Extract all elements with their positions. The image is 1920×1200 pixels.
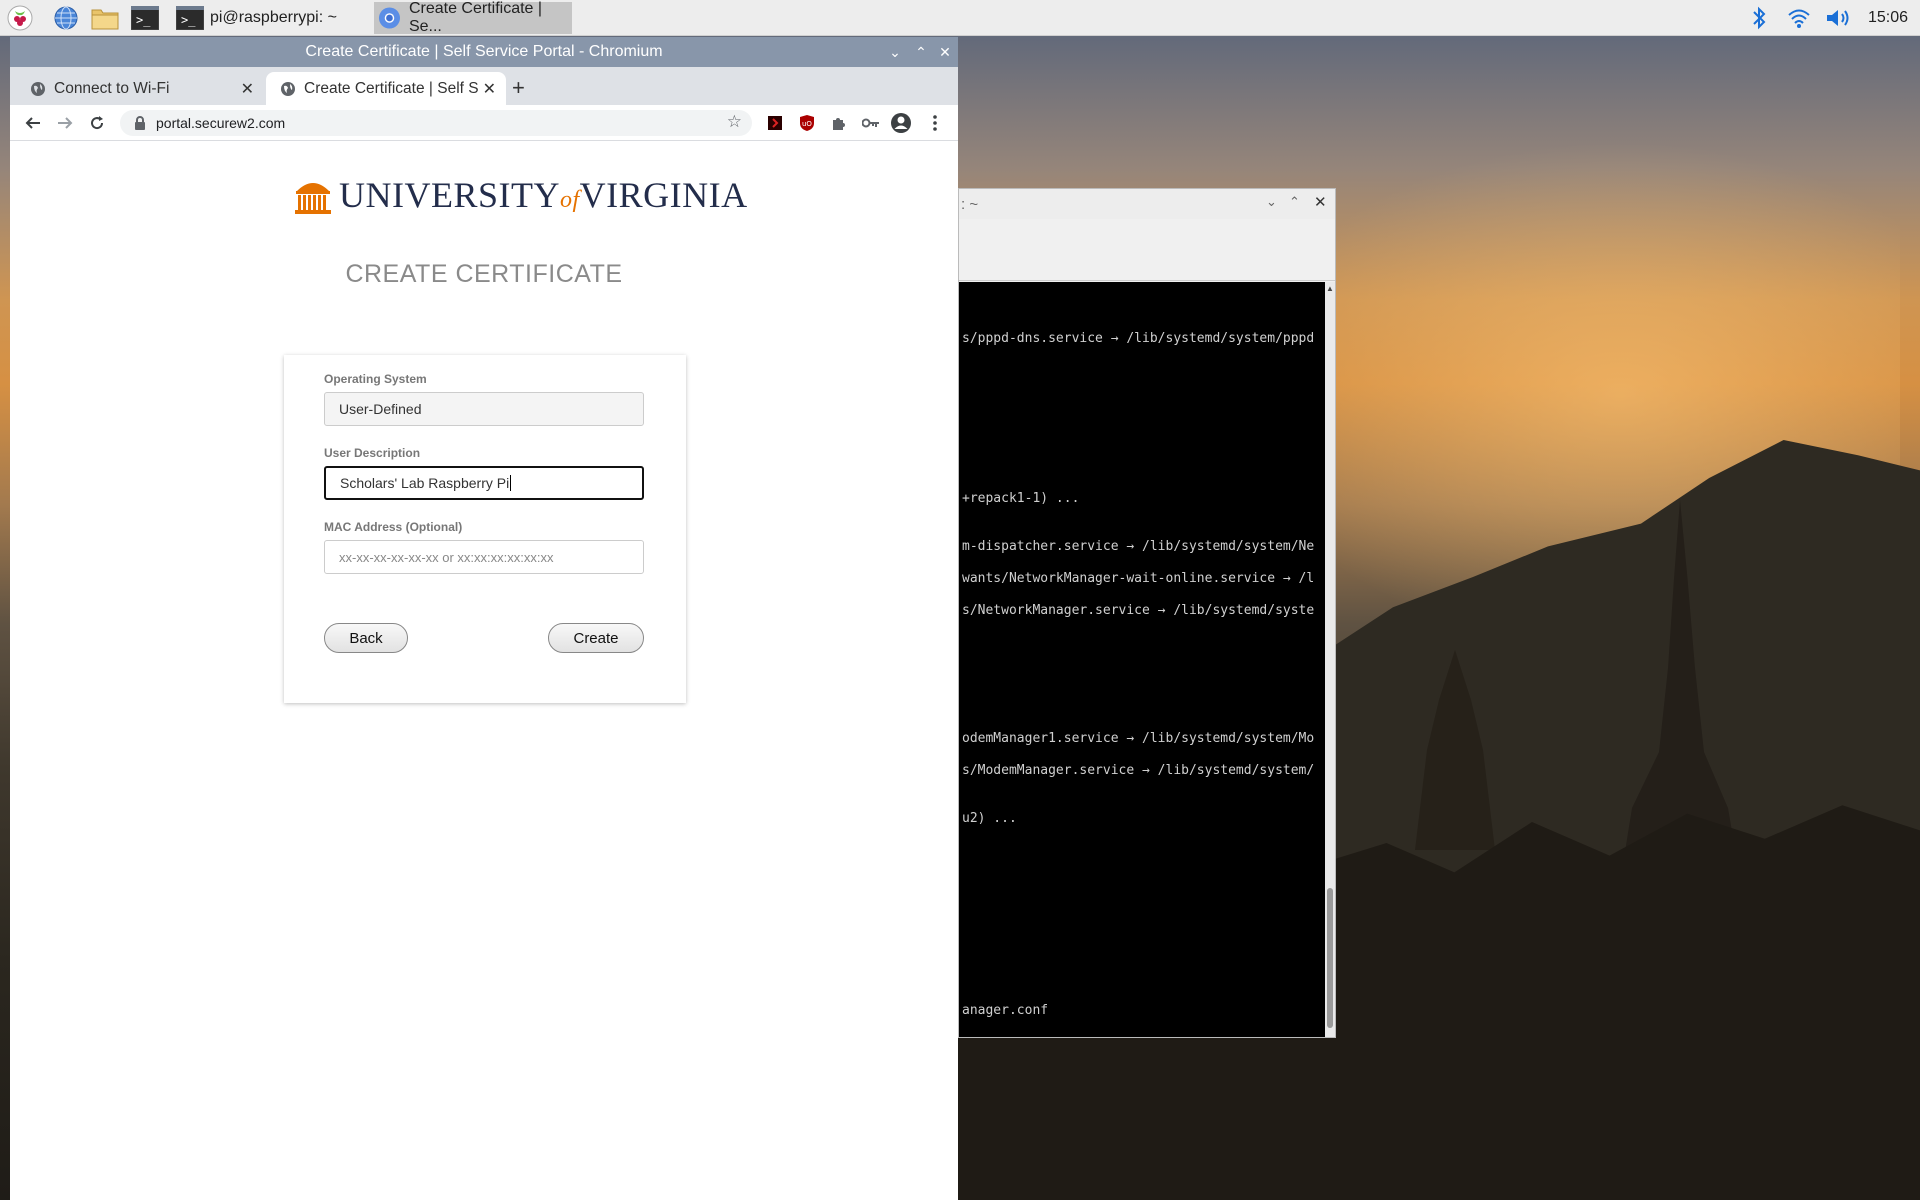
terminal-line: wants/NetworkManager-wait-online.service… [962,571,1315,586]
bluetooth-icon[interactable] [1750,0,1768,36]
scrollbar-thumb[interactable] [1327,888,1333,1028]
mac-address-input[interactable]: xx-xx-xx-xx-xx-xx or xx:xx:xx:xx:xx:xx [324,540,644,574]
window-title: Create Certificate | Self Service Portal… [305,43,663,60]
logo-text: UNIVERSITYofVIRGINIA [339,175,748,215]
terminal-scrollbar[interactable]: ▲ [1325,282,1335,1037]
globe-icon [31,81,45,96]
maximize-icon[interactable]: ⌃ [1289,194,1300,210]
task-chromium[interactable]: Create Certificate | Se... [374,0,572,35]
reload-icon[interactable] [86,112,108,134]
key-icon[interactable] [860,112,882,134]
terminal-line: odemManager1.service → /lib/systemd/syst… [962,731,1315,746]
task-label: pi@raspberrypi: ~ [210,9,337,26]
terminal-line: s/pppd-dns.service → /lib/systemd/system… [962,331,1315,346]
close-icon[interactable]: ✕ [1314,193,1327,211]
text-cursor [510,475,512,491]
raspberry-menu-icon[interactable] [6,4,34,32]
web-browser-icon[interactable] [52,4,80,32]
tab-connect-wifi[interactable]: Connect to Wi-Fi ✕ [16,72,264,105]
new-tab-icon[interactable]: + [512,75,525,101]
mac-address-placeholder: xx-xx-xx-xx-xx-xx or xx:xx:xx:xx:xx:xx [339,549,554,565]
description-value: Scholars' Lab Raspberry Pi [340,475,510,491]
terminal-title: : ~ [961,196,979,213]
terminal-line: m-dispatcher.service → /lib/systemd/syst… [962,539,1315,554]
address-bar[interactable]: portal.securew2.com ☆ [120,110,752,136]
create-button[interactable]: Create [548,623,644,653]
profile-avatar-icon[interactable] [890,112,912,134]
browser-window: Create Certificate | Self Service Portal… [10,37,958,1200]
extensions-puzzle-icon[interactable] [828,112,850,134]
minimize-icon[interactable]: ⌄ [882,37,908,67]
tab-close-icon[interactable]: ✕ [241,79,254,99]
browser-toolbar: portal.securew2.com ☆ uO [10,105,958,141]
terminal-line: s/NetworkManager.service → /lib/systemd/… [962,603,1315,618]
terminal-window: : ~ ⌄ ⌃ ✕ s/pppd-dns.service → /lib/syst… [958,188,1336,1038]
terminal-menubar [959,219,1335,281]
tab-close-icon[interactable]: ✕ [478,79,496,99]
terminal-output[interactable]: s/pppd-dns.service → /lib/systemd/system… [959,282,1325,1037]
terminal-icon: >_ [176,6,204,30]
uva-logo: UNIVERSITYofVIRGINIA [293,174,748,216]
more-menu-icon[interactable] [924,112,946,134]
terminal-line: +repack1-1) ... [962,491,1080,506]
close-icon[interactable]: ✕ [932,37,958,67]
file-manager-icon[interactable] [91,4,119,32]
svg-text:>_: >_ [181,13,196,27]
svg-text:>_: >_ [136,13,151,27]
os-select[interactable]: User-Defined [324,392,644,426]
browser-titlebar[interactable]: Create Certificate | Self Service Portal… [10,37,958,67]
terminal-line: s/ModemManager.service → /lib/systemd/sy… [962,763,1315,778]
task-terminal[interactable]: >_ pi@raspberrypi: ~ [172,2,372,34]
lock-icon [135,116,145,130]
os-label: Operating System [324,372,427,386]
extension-red-icon[interactable] [764,112,786,134]
url-text: portal.securew2.com [156,115,286,131]
page-title: CREATE CERTIFICATE [345,260,623,288]
rotunda-icon [295,183,331,214]
certificate-form: Operating System User-Defined User Descr… [284,355,686,703]
scroll-up-icon[interactable]: ▲ [1326,284,1334,293]
svg-text:uO: uO [802,120,812,128]
web-page: UNIVERSITYofVIRGINIA CREATE CERTIFICATE … [10,142,958,1200]
wifi-icon[interactable] [1787,0,1811,36]
star-icon[interactable]: ☆ [727,112,742,132]
volume-icon[interactable] [1825,0,1853,36]
back-arrow-icon[interactable] [22,112,44,134]
tab-create-certificate[interactable]: Create Certificate | Self S ✕ [266,72,506,105]
tab-label: Connect to Wi-Fi [54,79,170,97]
tab-label: Create Certificate | Self S [304,79,479,97]
description-input[interactable]: Scholars' Lab Raspberry Pi [324,466,644,500]
clock: 15:06 [1868,9,1909,26]
tab-strip: Connect to Wi-Fi ✕ Create Certificate | … [10,67,958,105]
taskbar: >_ >_ pi@raspberrypi: ~ Create Certifica… [0,0,1920,36]
terminal-launcher-icon[interactable]: >_ [131,4,159,32]
maximize-icon[interactable]: ⌃ [908,37,934,67]
terminal-line: anager.conf [962,1003,1049,1018]
mac-address-label: MAC Address (Optional) [324,520,463,534]
terminal-line: u2) ... [962,811,1017,826]
back-button[interactable]: Back [324,623,408,653]
globe-icon [281,81,295,96]
terminal-titlebar[interactable]: : ~ ⌄ ⌃ ✕ [959,189,1335,219]
task-label: Create Certificate | Se... [408,0,543,35]
description-label: User Description [324,446,421,460]
minimize-icon[interactable]: ⌄ [1266,194,1277,210]
chromium-icon [378,7,400,29]
forward-arrow-icon[interactable] [54,112,76,134]
ublock-icon[interactable]: uO [796,112,818,134]
